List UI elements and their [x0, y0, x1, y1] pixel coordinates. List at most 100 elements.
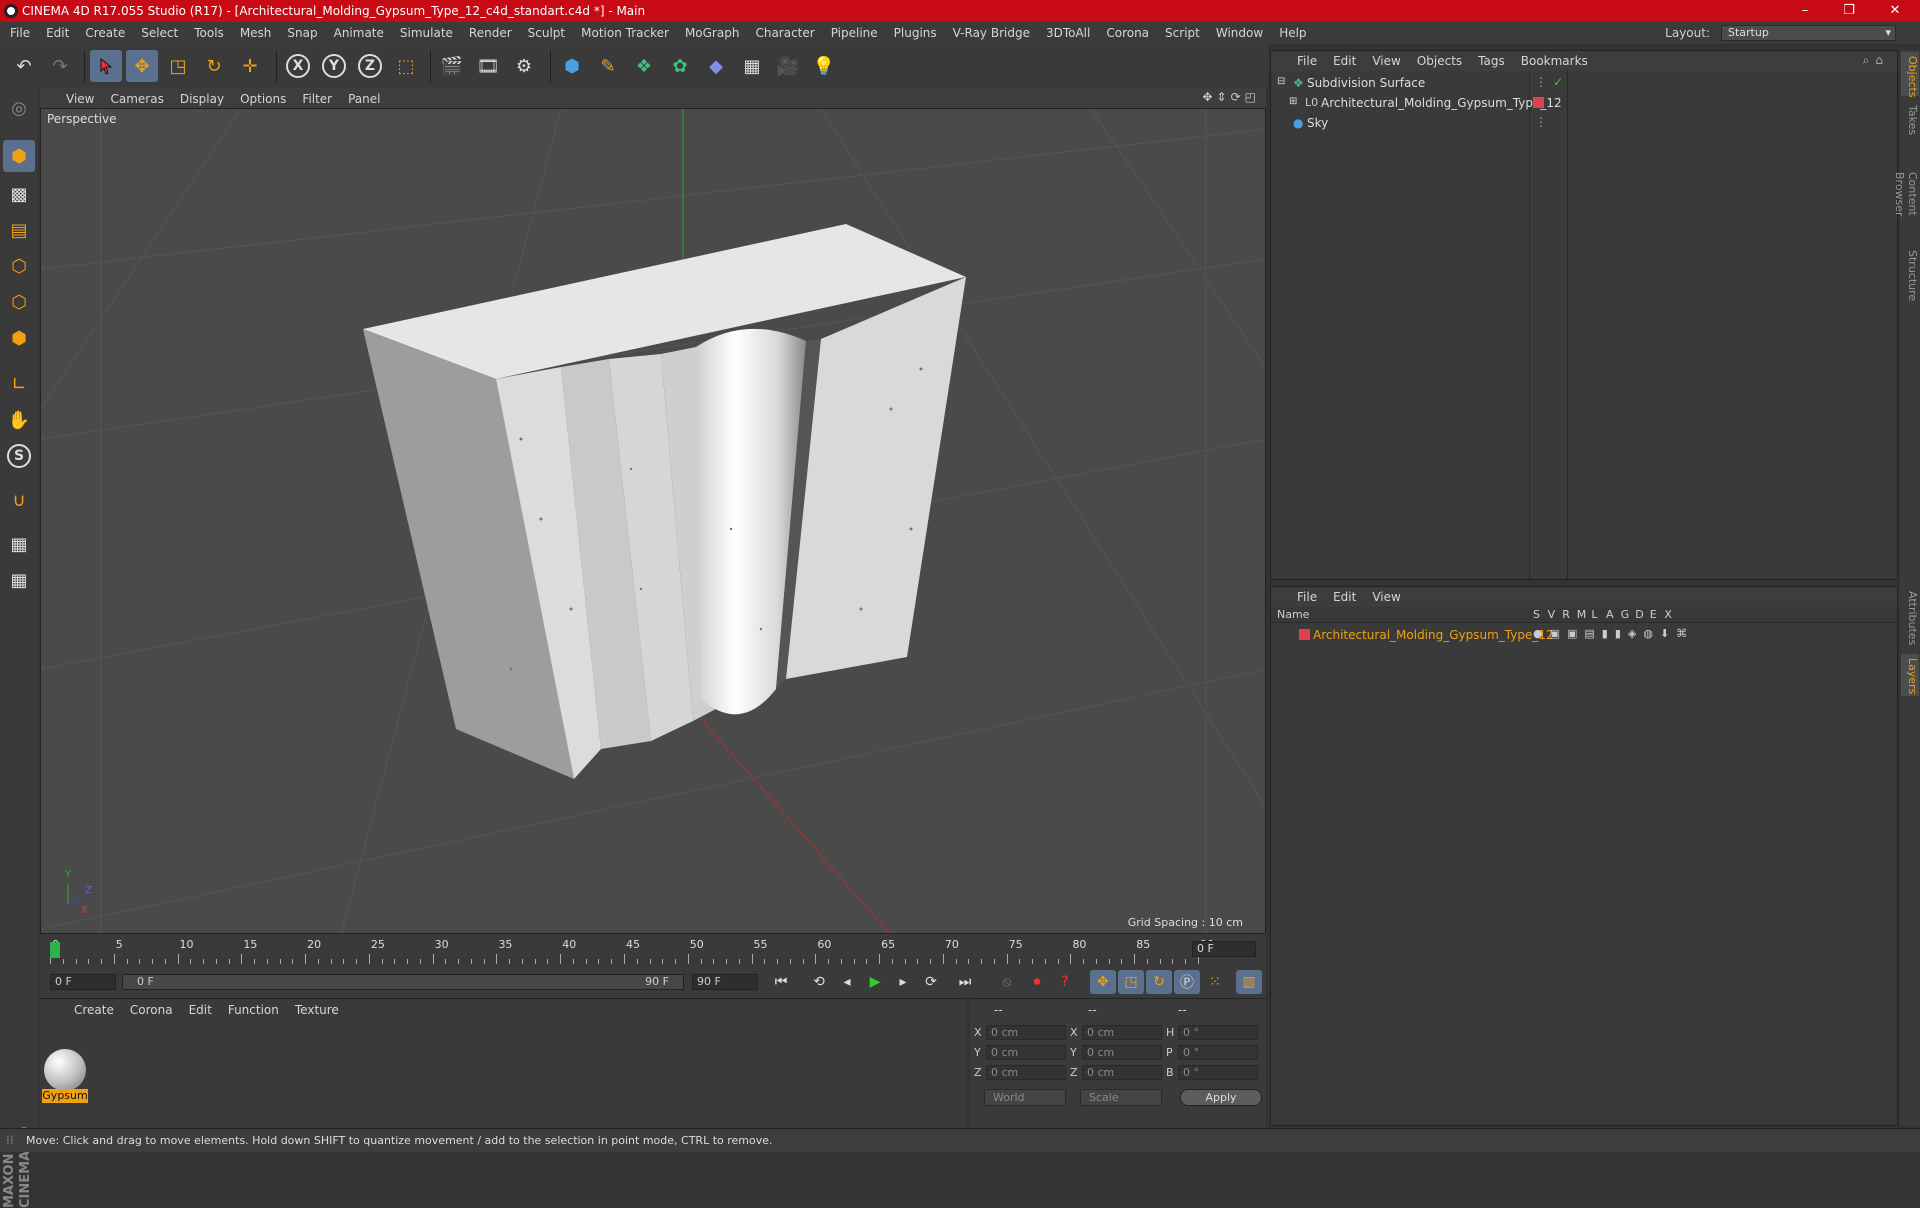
redo-button[interactable]: ↷ — [44, 50, 76, 82]
object-menu-objects[interactable]: Objects — [1409, 54, 1470, 68]
menu-script[interactable]: Script — [1157, 26, 1208, 40]
z-axis-lock-button[interactable]: Z — [354, 50, 386, 82]
go-to-start-icon[interactable]: ⏮ — [768, 970, 794, 994]
layer-toggle-icons[interactable]: ●▣▣▤▮▮◈◍⬇⌘ — [1533, 627, 1694, 640]
menu-edit[interactable]: Edit — [38, 26, 77, 40]
grid-snap-button[interactable]: ▦ — [3, 564, 35, 596]
object-row-sky[interactable]: ● Sky ⋮ — [1271, 113, 1897, 133]
layer-menu-view[interactable]: View — [1364, 590, 1408, 604]
key-parameter-icon[interactable]: Ⓟ — [1174, 970, 1200, 994]
material-menu-edit[interactable]: Edit — [181, 1003, 220, 1017]
coordinate-system-dropdown[interactable]: World — [984, 1089, 1066, 1106]
motion-record-icon[interactable]: ⦸ — [994, 970, 1020, 994]
deformer-icon[interactable]: ◆ — [700, 50, 732, 82]
viewport-nav-icons[interactable]: ✥⇕⟳◰ — [1202, 90, 1260, 104]
menu-simulate[interactable]: Simulate — [392, 26, 461, 40]
menu-pipeline[interactable]: Pipeline — [823, 26, 886, 40]
play-icon[interactable]: ▶ — [862, 970, 888, 994]
material-name[interactable]: Gypsum — [42, 1089, 88, 1103]
key-position-icon[interactable]: ✥ — [1090, 970, 1116, 994]
coord-field[interactable]: 0 cm — [986, 1065, 1066, 1080]
material-menu-corona[interactable]: Corona — [122, 1003, 181, 1017]
playhead-marker[interactable] — [50, 942, 60, 958]
material-preview-sphere[interactable] — [44, 1049, 86, 1091]
mograph-cloner-icon[interactable]: ✿ — [664, 50, 696, 82]
render-view-button[interactable]: 🎬 — [436, 50, 468, 82]
next-keyframe-icon[interactable]: ⟳ — [918, 970, 944, 994]
layer-column-g[interactable]: G — [1621, 608, 1630, 621]
layer-column-e[interactable]: E — [1650, 608, 1657, 621]
layer-column-r[interactable]: R — [1562, 608, 1570, 621]
viewport-menu-panel[interactable]: Panel — [340, 92, 388, 106]
expand-icon[interactable]: ⊞ — [1289, 96, 1297, 107]
menu-character[interactable]: Character — [747, 26, 822, 40]
menu-snap[interactable]: Snap — [279, 26, 325, 40]
layer-column-l[interactable]: L — [1591, 608, 1597, 621]
key-rotation-icon[interactable]: ↻ — [1146, 970, 1172, 994]
menu-help[interactable]: Help — [1271, 26, 1314, 40]
go-to-end-icon[interactable]: ⏭ — [952, 970, 978, 994]
tab-content-browser[interactable]: Content Browser — [1893, 146, 1919, 242]
layer-column-name[interactable]: Name — [1277, 608, 1309, 621]
timeline-window-icon[interactable]: ▥ — [1236, 970, 1262, 994]
x-axis-lock-button[interactable]: X — [282, 50, 314, 82]
object-menu-file[interactable]: File — [1289, 54, 1325, 68]
rotate-tool-button[interactable]: ↻ — [198, 50, 230, 82]
coord-field[interactable]: 0 ° — [1178, 1065, 1258, 1080]
layer-color-swatch[interactable] — [1299, 629, 1310, 640]
tab-structure[interactable]: Structure — [1901, 246, 1919, 301]
minimize-button[interactable]: – — [1790, 1, 1820, 21]
menu-mesh[interactable]: Mesh — [232, 26, 280, 40]
menu-v-ray-bridge[interactable]: V-Ray Bridge — [945, 26, 1038, 40]
floor-grid-icon[interactable]: ▦ — [736, 50, 768, 82]
layer-column-x[interactable]: X — [1664, 608, 1672, 621]
undo-button[interactable]: ↶ — [8, 50, 40, 82]
render-picture-viewer-button[interactable]: 🎞 — [472, 50, 504, 82]
texture-mode-button[interactable]: ▩ — [3, 178, 35, 210]
visibility-dots-icon[interactable]: ⋮ — [1553, 95, 1565, 109]
material-menu-create[interactable]: Create — [66, 1003, 122, 1017]
key-pla-icon[interactable]: ⁙ — [1202, 970, 1228, 994]
subdivision-surface-icon[interactable]: ❖ — [628, 50, 660, 82]
object-row-molding[interactable]: ⊞ L0 Architectural_Molding_Gypsum_Type_1… — [1271, 93, 1897, 113]
layer-column-d[interactable]: D — [1635, 608, 1643, 621]
points-mode-button[interactable]: ⬡ — [3, 250, 35, 282]
collapse-icon[interactable]: ⊟ — [1277, 76, 1285, 87]
menu-render[interactable]: Render — [461, 26, 520, 40]
coord-field[interactable]: 0 ° — [1178, 1045, 1258, 1060]
viewport-menu-display[interactable]: Display — [172, 92, 232, 106]
object-menu-edit[interactable]: Edit — [1325, 54, 1364, 68]
layer-menu-edit[interactable]: Edit — [1325, 590, 1364, 604]
coord-field[interactable]: 0 cm — [1082, 1025, 1162, 1040]
menu-motion-tracker[interactable]: Motion Tracker — [573, 26, 677, 40]
perspective-viewport[interactable]: Y Z X Perspective Grid Spacing : 10 cm — [40, 108, 1266, 934]
menu-corona[interactable]: Corona — [1098, 26, 1157, 40]
workplane-button[interactable]: ▤ — [3, 214, 35, 246]
scale-tool-button[interactable]: ◳ — [162, 50, 194, 82]
make-editable-button[interactable]: ◎ — [3, 92, 35, 124]
coord-field[interactable]: 0 cm — [1082, 1065, 1162, 1080]
frame-ruler[interactable]: 051015202530354045505560657075808590 — [50, 938, 1214, 964]
menu-tools[interactable]: Tools — [186, 26, 232, 40]
viewport-menu-cameras[interactable]: Cameras — [102, 92, 171, 106]
menu-sculpt[interactable]: Sculpt — [520, 26, 573, 40]
y-axis-lock-button[interactable]: Y — [318, 50, 350, 82]
coord-field[interactable]: 0 cm — [986, 1025, 1066, 1040]
search-icon[interactable]: ⌕⌂ — [1863, 53, 1889, 68]
viewport-menu-view[interactable]: View — [58, 92, 102, 106]
next-frame-icon[interactable]: ▸ — [890, 970, 916, 994]
layer-column-v[interactable]: V — [1548, 608, 1556, 621]
render-settings-button[interactable]: ⚙ — [508, 50, 540, 82]
menu-mograph[interactable]: MoGraph — [677, 26, 748, 40]
previous-keyframe-icon[interactable]: ⟲ — [806, 970, 832, 994]
polygons-mode-button[interactable]: ⬢ — [3, 322, 35, 354]
current-frame-field[interactable]: 0 F — [1192, 941, 1256, 957]
model-mode-button[interactable]: ⬢ — [3, 140, 35, 172]
viewport-menu-options[interactable]: Options — [232, 92, 294, 106]
apply-button[interactable]: Apply — [1180, 1089, 1262, 1106]
layer-column-m[interactable]: M — [1577, 608, 1587, 621]
coord-field[interactable]: 0 ° — [1178, 1025, 1258, 1040]
edges-mode-button[interactable]: ⬡ — [3, 286, 35, 318]
spline-pen-icon[interactable]: ✎ — [592, 50, 624, 82]
layer-row[interactable]: Architectural_Molding_Gypsum_Type_12 ●▣▣… — [1271, 625, 1897, 645]
